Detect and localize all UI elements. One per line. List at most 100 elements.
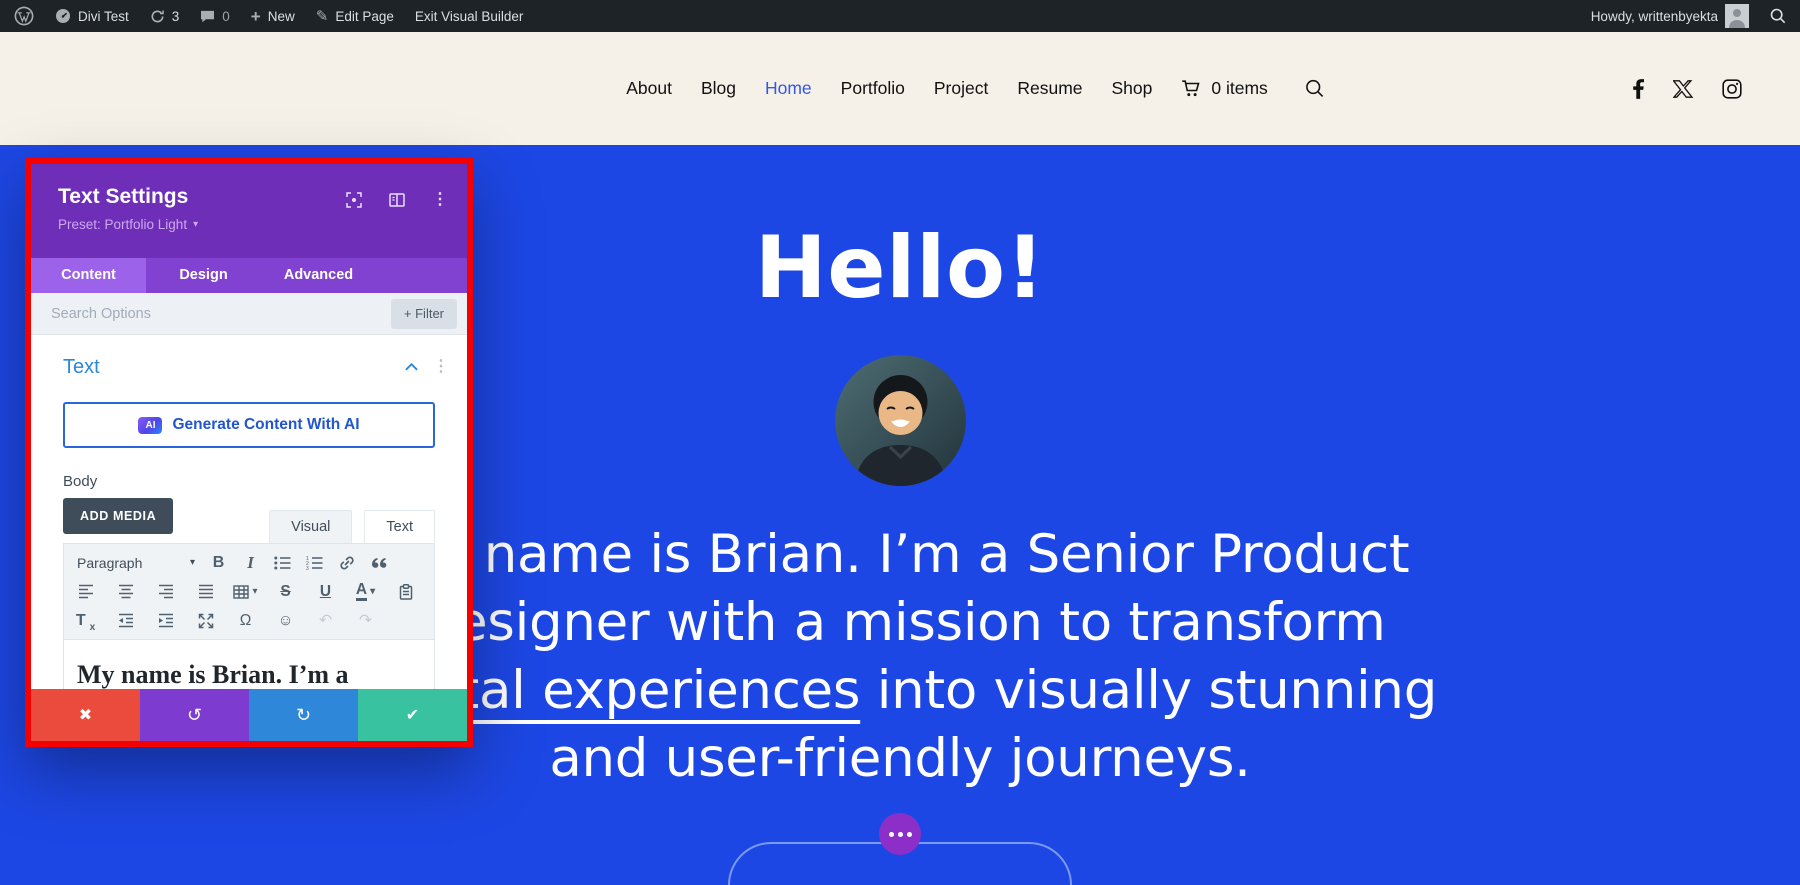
modal-body: Text ⋮ AI Generate Content With AI Body … <box>31 352 467 702</box>
editor-toolbar: Paragraph ▾ B I 123 <box>63 543 435 640</box>
toolbar-row-2: ▾ S U A ▾ <box>72 577 426 606</box>
link-button[interactable] <box>333 550 360 575</box>
discard-button[interactable]: ✖ <box>31 689 140 741</box>
outdent-button[interactable] <box>112 608 139 633</box>
save-button[interactable]: ✔ <box>358 689 467 741</box>
clear-formatting-T: T <box>76 612 86 630</box>
justify-button[interactable] <box>192 579 219 604</box>
filter-button[interactable]: + Filter <box>391 299 457 329</box>
editor-redo-button[interactable]: ↷ <box>352 608 379 633</box>
align-center-button[interactable] <box>112 579 139 604</box>
tab-design[interactable]: Design <box>146 258 261 293</box>
generate-ai-button[interactable]: AI Generate Content With AI <box>63 402 435 448</box>
module-options-icon[interactable] <box>879 813 921 855</box>
comments-count: 0 <box>222 9 230 24</box>
modal-action-bar: ✖ ↺ ↻ ✔ <box>31 689 467 741</box>
indent-button[interactable] <box>152 608 179 633</box>
wordpress-icon <box>14 6 34 26</box>
text-color-button[interactable]: A ▾ <box>352 579 379 604</box>
cart-count-label: 0 items <box>1211 78 1267 99</box>
hero-line-1: My name is Brian. I’m a Senior Product <box>391 524 1410 585</box>
nav-link-blog[interactable]: Blog <box>701 78 736 99</box>
plus-icon: + <box>251 8 261 25</box>
tab-content[interactable]: Content <box>31 258 146 293</box>
edit-page-label: Edit Page <box>335 9 394 24</box>
undo-button[interactable]: ↺ <box>140 689 249 741</box>
howdy-account-menu[interactable]: Howdy, writtenbyekta <box>1591 4 1749 28</box>
user-avatar <box>1725 4 1749 28</box>
strikethrough-button[interactable]: S <box>272 579 299 604</box>
updates-menu[interactable]: 3 <box>150 9 180 24</box>
nav-link-project[interactable]: Project <box>934 78 988 99</box>
align-left-button[interactable] <box>72 579 99 604</box>
admin-bar-left: Divi Test 3 0 + New ✎ Edit Page Exit Vis… <box>14 6 523 26</box>
fullscreen-button[interactable] <box>192 608 219 633</box>
toolbar-row-3: Tx Ω ☺ ↶ ↷ <box>72 606 426 635</box>
comments-icon <box>200 10 215 23</box>
text-section-header[interactable]: Text ⋮ <box>63 352 449 382</box>
text-section-title: Text <box>63 356 405 379</box>
updates-icon <box>150 9 165 24</box>
search-options-input[interactable] <box>49 305 391 323</box>
paragraph-style-dropdown[interactable]: Paragraph ▾ <box>72 555 200 571</box>
chevron-up-icon[interactable] <box>405 363 418 371</box>
comments-menu[interactable]: 0 <box>200 9 230 24</box>
modal-header-icons: ⋮ <box>346 192 448 208</box>
instagram-icon[interactable] <box>1722 79 1742 99</box>
bold-button[interactable]: B <box>205 550 232 575</box>
profile-photo <box>835 355 966 486</box>
align-right-button[interactable] <box>152 579 179 604</box>
redo-button[interactable]: ↻ <box>249 689 358 741</box>
text-color-letter: A <box>356 582 367 601</box>
nav-link-portfolio[interactable]: Portfolio <box>841 78 905 99</box>
modal-kebab-menu-icon[interactable]: ⋮ <box>432 192 448 208</box>
section-kebab-menu-icon[interactable]: ⋮ <box>433 359 449 375</box>
admin-search-icon[interactable] <box>1770 8 1786 24</box>
blockquote-button[interactable] <box>365 550 392 575</box>
x-twitter-icon[interactable] <box>1673 80 1693 98</box>
new-content-menu[interactable]: + New <box>251 8 295 25</box>
numbered-list-button[interactable]: 123 <box>301 550 328 575</box>
editor-tab-visual[interactable]: Visual <box>269 510 352 543</box>
caret-down-icon: ▾ <box>370 587 375 597</box>
modal-header: Text Settings Preset: Portfolio Light ▾ … <box>31 164 467 258</box>
preset-dropdown[interactable]: Preset: Portfolio Light ▾ <box>58 217 467 232</box>
pencil-icon: ✎ <box>316 7 329 25</box>
focus-mode-icon[interactable] <box>346 192 362 208</box>
nav-link-resume[interactable]: Resume <box>1017 78 1082 99</box>
editor-mode-tabs: Visual Text <box>269 510 435 543</box>
tab-advanced[interactable]: Advanced <box>261 258 376 293</box>
nav-link-home[interactable]: Home <box>765 78 812 99</box>
special-character-button[interactable]: Ω <box>232 608 259 633</box>
edit-page-menu[interactable]: ✎ Edit Page <box>316 7 394 25</box>
split-view-icon[interactable] <box>389 193 405 207</box>
add-media-button[interactable]: ADD MEDIA <box>63 498 173 534</box>
underline-button[interactable]: U <box>312 579 339 604</box>
admin-bar-right: Howdy, writtenbyekta <box>1591 4 1786 28</box>
toolbar-row-1: Paragraph ▾ B I 123 <box>72 548 426 577</box>
emoji-button[interactable]: ☺ <box>272 608 299 633</box>
table-button[interactable]: ▾ <box>232 579 259 604</box>
cart-icon <box>1181 80 1202 97</box>
editor-content-text: My name is Brian. I’m a <box>77 660 421 690</box>
facebook-icon[interactable] <box>1633 79 1644 99</box>
svg-text:3: 3 <box>306 565 309 569</box>
nav-link-about[interactable]: About <box>626 78 672 99</box>
nav-menu: About Blog Home Portfolio Project Resume… <box>626 32 1324 145</box>
nav-search-icon[interactable] <box>1305 79 1324 98</box>
italic-button[interactable]: I <box>237 550 264 575</box>
editor-tab-text[interactable]: Text <box>364 510 435 543</box>
nav-link-shop[interactable]: Shop <box>1112 78 1153 99</box>
paste-button[interactable] <box>392 579 419 604</box>
bullet-list-button[interactable] <box>269 550 296 575</box>
site-name-menu[interactable]: Divi Test <box>55 8 129 24</box>
cart-link[interactable]: 0 items <box>1181 78 1267 99</box>
body-field-label: Body <box>63 473 435 490</box>
exit-visual-builder-menu[interactable]: Exit Visual Builder <box>415 9 524 24</box>
clear-formatting-button[interactable]: Tx <box>72 608 99 633</box>
clear-formatting-x: x <box>90 622 96 633</box>
exit-visual-builder-label: Exit Visual Builder <box>415 9 524 24</box>
generate-ai-label: Generate Content With AI <box>172 416 359 434</box>
wordpress-logo[interactable] <box>14 6 34 26</box>
editor-undo-button[interactable]: ↶ <box>312 608 339 633</box>
